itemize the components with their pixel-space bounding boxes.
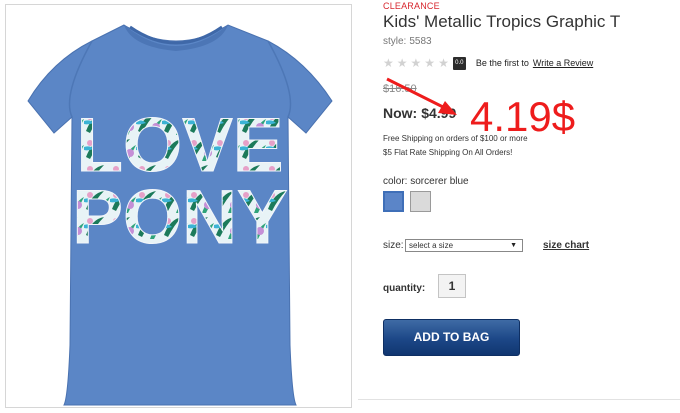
dropdown-arrow-icon: ▼ — [510, 242, 517, 249]
star-icon: ★ — [410, 56, 422, 70]
rating-badge: 0.0 — [452, 56, 466, 70]
add-to-bag-button[interactable]: ADD TO BAG — [383, 319, 520, 356]
write-review-link[interactable]: Write a Review — [533, 58, 593, 68]
quantity-input[interactable]: 1 — [438, 274, 466, 298]
style-value: 5583 — [409, 36, 432, 47]
quantity-label: quantity: — [383, 283, 426, 294]
rating-row: ★ ★ ★ ★ ★ 0.0 Be the first to Write a Re… — [383, 56, 593, 70]
product-image[interactable]: LOVE PONY — [5, 4, 352, 408]
shipping-flat-text: $5 Flat Rate Shipping On All Orders! — [383, 148, 513, 157]
size-label: size: — [383, 240, 404, 251]
star-icon: ★ — [424, 56, 436, 70]
size-chart-link[interactable]: size chart — [543, 240, 589, 251]
tshirt-illustration: LOVE PONY — [27, 24, 333, 406]
annotation-arrow-icon — [386, 77, 457, 115]
size-select-value: select a size — [409, 241, 454, 250]
product-title: Kids' Metallic Tropics Graphic T — [383, 12, 621, 31]
be-first-text: Be the first to — [475, 58, 529, 68]
graphic-line2: PONY — [72, 175, 287, 260]
clearance-badge: CLEARANCE — [383, 1, 440, 11]
divider — [358, 399, 680, 400]
star-icon: ★ — [438, 56, 449, 70]
color-row: color: sorcerer blue — [383, 176, 469, 187]
swatch-sorcerer-blue[interactable] — [383, 191, 404, 212]
style-number: style: 5583 — [383, 36, 432, 47]
star-icon: ★ — [383, 56, 394, 70]
product-details: CLEARANCE Kids' Metallic Tropics Graphic… — [383, 0, 680, 413]
star-icon: ★ — [396, 56, 408, 70]
color-label: color: — [383, 176, 408, 187]
color-value: sorcerer blue — [410, 176, 469, 187]
style-label: style: — [383, 36, 407, 47]
swatch-grey[interactable] — [410, 191, 431, 212]
size-select[interactable]: select a size ▼ — [405, 239, 523, 252]
annotation-price: 4.19$ — [470, 93, 576, 140]
